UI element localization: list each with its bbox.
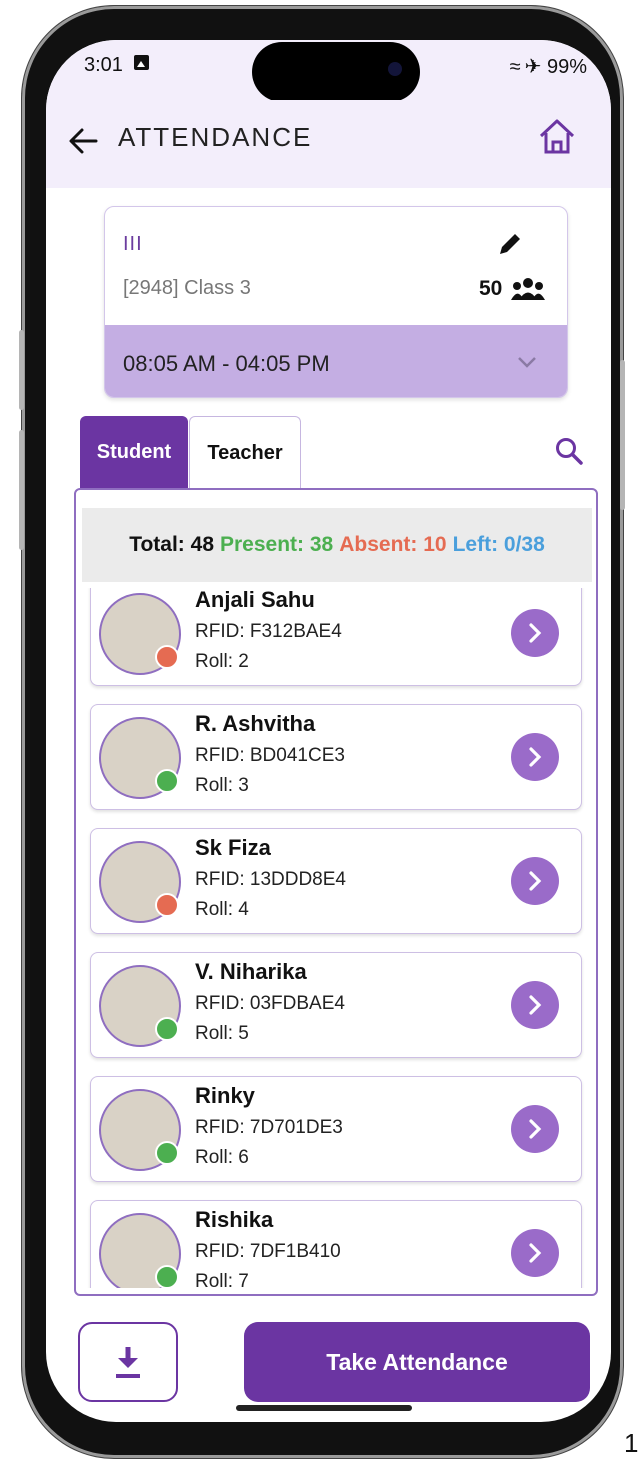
people-group-icon [511, 278, 545, 300]
side-button [19, 430, 24, 550]
list-item[interactable]: V. Niharika RFID: 03FDBAE4 Roll: 5 [90, 952, 582, 1058]
list-item[interactable]: R. Ashvitha RFID: BD041CE3 Roll: 3 [90, 704, 582, 810]
back-arrow-icon[interactable] [66, 124, 100, 158]
status-indicators: ≈ ✈ 99% [509, 56, 587, 78]
student-list-panel: Total: 48 Present: 38 Absent: 10 Left: 0… [74, 488, 598, 1296]
pencil-icon[interactable] [495, 229, 525, 259]
student-rfid: RFID: 7D701DE3 [195, 1117, 343, 1138]
chevron-right-button[interactable] [511, 857, 559, 905]
time-range: 08:05 AM - 04:05 PM [123, 351, 330, 376]
time-range-dropdown[interactable]: 08:05 AM - 04:05 PM [105, 325, 567, 397]
status-time: 3:01 [84, 54, 123, 76]
student-roll: Roll: 6 [195, 1147, 249, 1168]
student-roll: Roll: 5 [195, 1023, 249, 1044]
student-rfid: RFID: 13DDD8E4 [195, 869, 346, 890]
camera-lens [388, 62, 402, 76]
student-name: V. Niharika [195, 959, 307, 984]
chevron-right-icon [529, 871, 542, 891]
download-icon [116, 1347, 140, 1378]
page-title: ATTENDANCE [118, 122, 313, 152]
summary-left: Left: 0/38 [452, 533, 545, 556]
summary-absent: Absent: 10 [339, 533, 447, 556]
chevron-right-button[interactable] [511, 1229, 559, 1277]
download-button[interactable] [78, 1322, 178, 1402]
student-roll: Roll: 7 [195, 1271, 249, 1288]
student-name: Sk Fiza [195, 835, 271, 860]
search-icon[interactable] [554, 436, 584, 466]
summary-present: Present: 38 [220, 533, 334, 556]
student-list[interactable]: Anjali Sahu RFID: F312BAE4 Roll: 2 R. As… [76, 588, 596, 1288]
chevron-right-icon [529, 747, 542, 767]
class-card: III [2948] Class 3 50 08:05 AM - 04:05 P… [104, 206, 568, 398]
student-roll: Roll: 2 [195, 651, 249, 672]
class-name: [2948] Class 3 [123, 277, 251, 299]
class-roman-numeral: III [123, 233, 143, 255]
chevron-right-button[interactable] [511, 1105, 559, 1153]
gallery-notification-icon [134, 55, 149, 70]
list-item[interactable]: Anjali Sahu RFID: F312BAE4 Roll: 2 [90, 588, 582, 686]
student-roll: Roll: 4 [195, 899, 249, 920]
student-name: Rishika [195, 1207, 274, 1232]
list-item[interactable]: Rinky RFID: 7D701DE3 Roll: 6 [90, 1076, 582, 1182]
chevron-right-button[interactable] [511, 981, 559, 1029]
student-rfid: RFID: BD041CE3 [195, 745, 345, 766]
wifi-icon: ≈ [509, 56, 521, 78]
student-name: R. Ashvitha [195, 711, 316, 736]
chevron-right-icon [529, 1119, 542, 1139]
tab-student[interactable]: Student [80, 416, 188, 488]
chevron-down-icon [518, 357, 536, 368]
page-number: 1 [624, 1428, 639, 1458]
chevron-right-button[interactable] [511, 733, 559, 781]
summary-total: Total: 48 [129, 533, 214, 556]
status-dot [155, 1265, 179, 1288]
student-name: Anjali Sahu [195, 588, 315, 612]
side-button [620, 360, 625, 510]
status-dot [155, 645, 179, 669]
student-rfid: RFID: F312BAE4 [195, 621, 342, 642]
chevron-right-button[interactable] [511, 609, 559, 657]
tab-teacher[interactable]: Teacher [189, 416, 301, 489]
student-roll: Roll: 3 [195, 775, 249, 796]
side-button [19, 330, 24, 410]
student-count: 50 [479, 277, 503, 300]
take-attendance-button[interactable]: Take Attendance [244, 1322, 590, 1402]
home-icon[interactable] [536, 116, 578, 158]
chevron-right-icon [529, 623, 542, 643]
attendance-summary: Total: 48 Present: 38 Absent: 10 Left: 0… [82, 508, 592, 582]
chevron-right-icon [529, 1243, 542, 1263]
home-indicator [236, 1405, 412, 1411]
chevron-right-icon [529, 995, 542, 1015]
list-item[interactable]: Rishika RFID: 7DF1B410 Roll: 7 [90, 1200, 582, 1288]
student-rfid: RFID: 7DF1B410 [195, 1241, 341, 1262]
app-bar: ATTENDANCE [46, 100, 611, 188]
student-name: Rinky [195, 1083, 255, 1108]
list-item[interactable]: Sk Fiza RFID: 13DDD8E4 Roll: 4 [90, 828, 582, 934]
phone-screen: 3:01 ≈ ✈ 99% ATTENDANCE III [2948] Class… [46, 40, 611, 1422]
status-dot [155, 893, 179, 917]
status-dot [155, 769, 179, 793]
status-dot [155, 1017, 179, 1041]
student-rfid: RFID: 03FDBAE4 [195, 993, 345, 1014]
status-dot [155, 1141, 179, 1165]
